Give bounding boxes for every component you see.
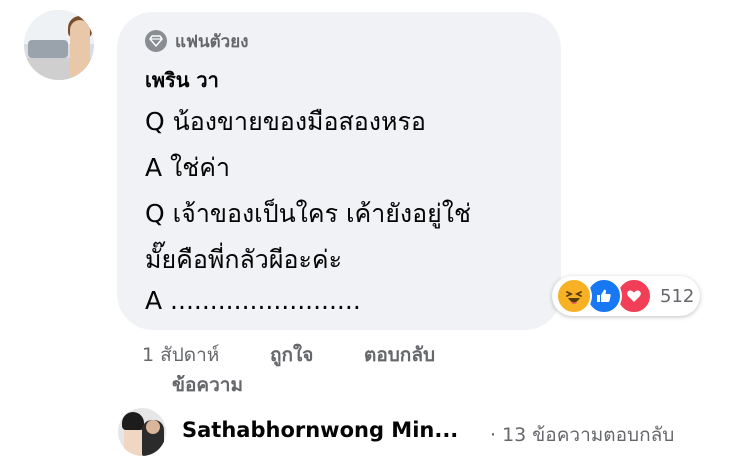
reply-button[interactable]: ตอบกลับ [364, 340, 435, 370]
haha-icon [556, 278, 592, 314]
reaction-summary[interactable]: 512 [552, 276, 700, 316]
comment-text-line: มั๊ยคือพี่กลัวผีอะค่ะ [145, 245, 343, 274]
comment-text-line: Q เจ้าของเป็นใคร เค้ายังอยู่ใช่ [145, 199, 471, 228]
reply-preview[interactable]: Sathabhornwong Min... · 13 ข้อความตอบกลั… [118, 406, 750, 462]
reply-author-name[interactable]: Sathabhornwong Min... [182, 418, 458, 442]
badge-label: แฟนตัวยง [175, 31, 249, 52]
comment-bubble: แฟนตัวยง เพริน วา Q น้องขายของมือสองหรอ … [117, 12, 561, 330]
comment-text-line: Q น้องขายของมือสองหรอ [145, 107, 426, 136]
reply-count[interactable]: · 13 ข้อความตอบกลับ [490, 420, 674, 450]
commenter-avatar[interactable] [24, 10, 94, 80]
comment-author-name[interactable]: เพริน วา [145, 64, 219, 96]
reply-author-avatar[interactable] [118, 408, 166, 456]
comment-timestamp[interactable]: 1 สัปดาห์ [142, 340, 219, 370]
comment-text-line: A ........................ [145, 286, 361, 315]
comment-actions: 1 สัปดาห์ ถูกใจ ตอบกลับ ข้อความ [142, 340, 502, 400]
diamond-icon [145, 30, 167, 52]
comment-text-line: A ใช่ค่า [145, 153, 230, 182]
message-button[interactable]: ข้อความ [172, 370, 243, 400]
reaction-count: 512 [660, 285, 695, 307]
top-fan-badge[interactable]: แฟนตัวยง [145, 28, 248, 54]
like-button[interactable]: ถูกใจ [270, 340, 313, 370]
